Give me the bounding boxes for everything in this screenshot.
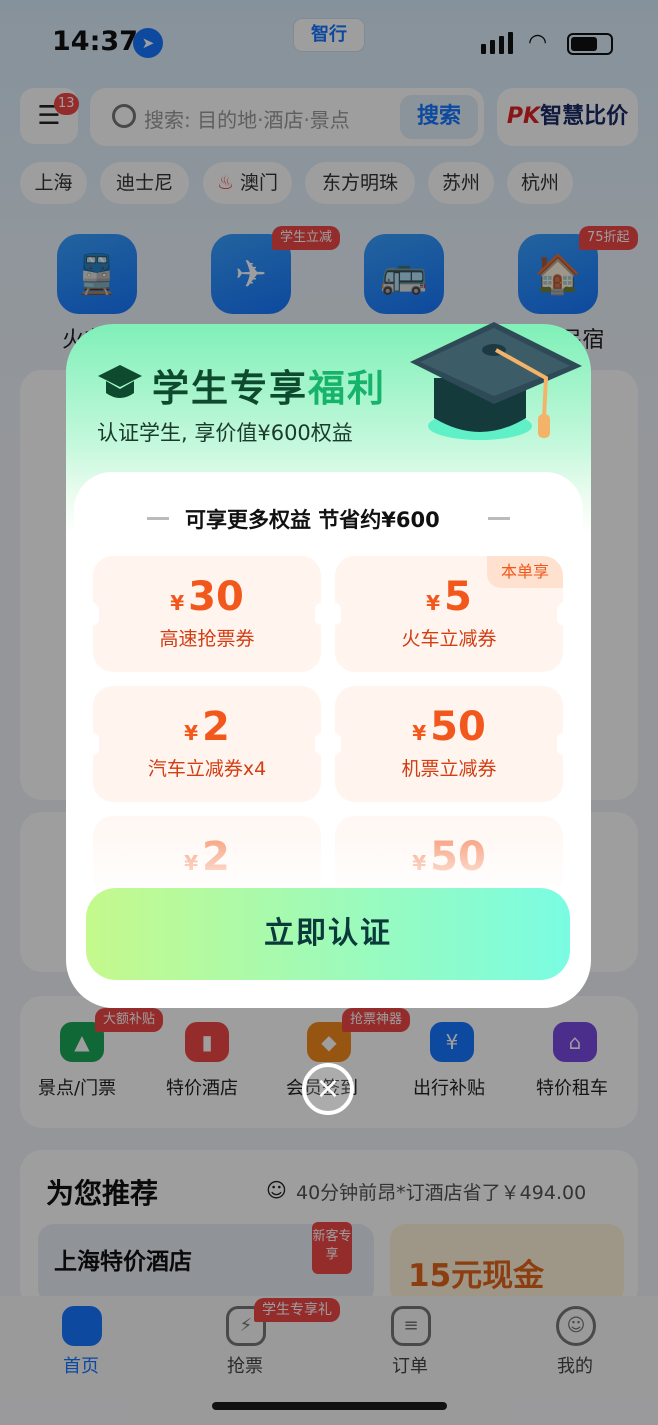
modal-title-main: 学生专享 — [152, 367, 308, 410]
coupon-amount: ¥2 — [184, 704, 230, 750]
coupon-name: 火车立减券 — [401, 628, 497, 650]
coupon-amount: ¥50 — [412, 704, 486, 750]
coupon-amount: ¥30 — [170, 574, 244, 620]
modal-title-accent: 福利 — [308, 367, 386, 410]
coupon-amount: ¥5 — [426, 574, 472, 620]
header-dash-right — [488, 517, 510, 520]
modal-subtitle: 认证学生, 享价值¥600权益 — [97, 421, 353, 445]
graduation-hat-illustration — [410, 322, 582, 440]
close-icon[interactable]: × — [302, 1063, 354, 1115]
modal-title: 学生专享福利 — [152, 358, 386, 412]
verify-now-button[interactable]: 立即认证 — [86, 888, 570, 980]
scroll-fade — [74, 808, 583, 894]
benefit-header: 可享更多权益 节省约¥600 — [185, 508, 440, 532]
home-indicator — [212, 1402, 447, 1410]
header-dash-left — [147, 517, 169, 520]
coupon-name: 高速抢票券 — [159, 628, 255, 650]
coupon-name: 机票立减券 — [401, 758, 497, 780]
coupon-name: 汽车立减券x4 — [147, 758, 267, 780]
graduation-cap-icon — [98, 365, 142, 398]
